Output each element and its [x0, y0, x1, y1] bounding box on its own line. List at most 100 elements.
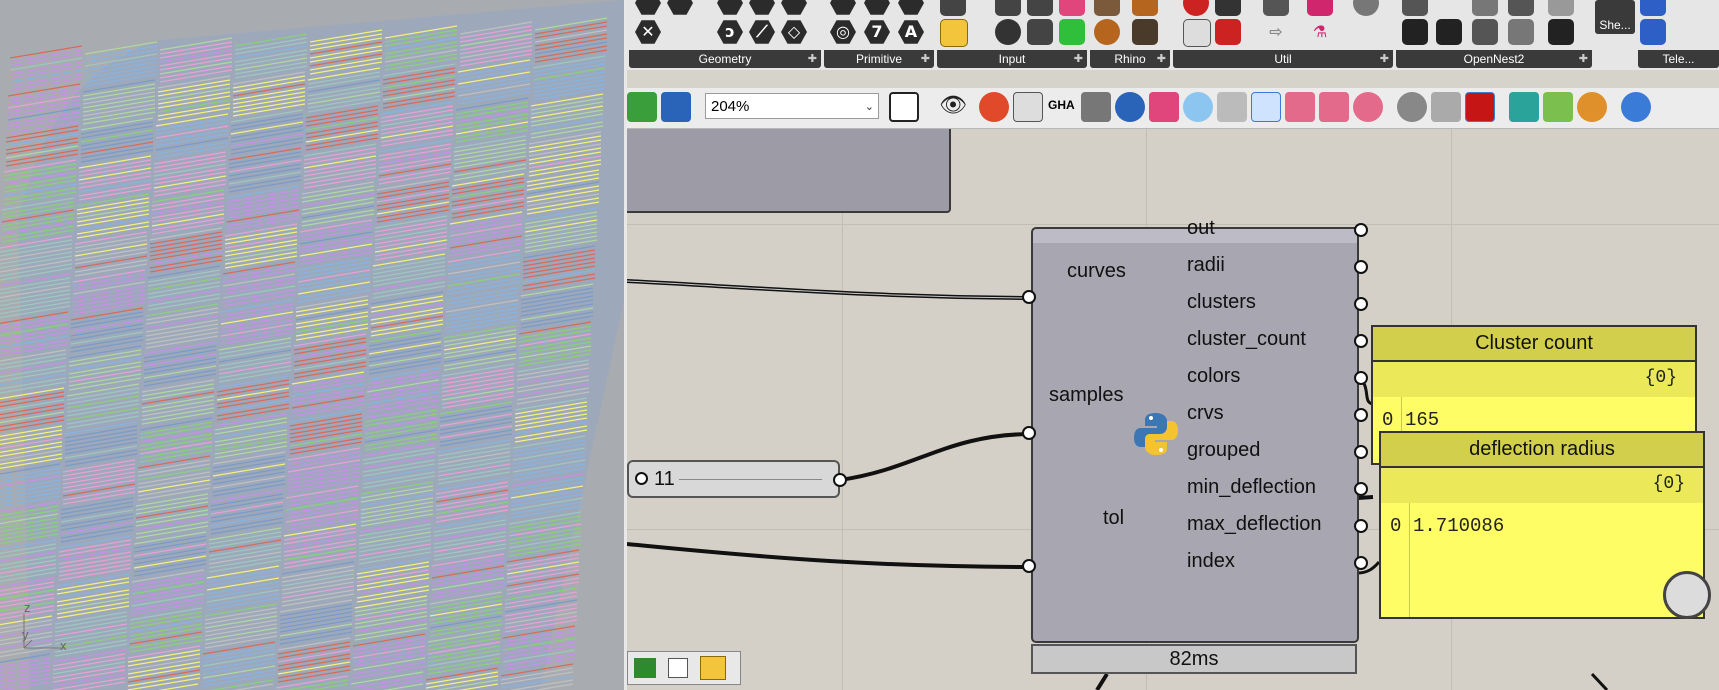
- output-port[interactable]: [833, 473, 847, 487]
- wire-icon[interactable]: [1285, 92, 1315, 122]
- preview-eye-icon[interactable]: 👁: [935, 92, 967, 122]
- output-port[interactable]: [1354, 519, 1368, 533]
- preview-shaded-icon[interactable]: [1465, 92, 1495, 122]
- opennest-icon[interactable]: [1548, 19, 1574, 45]
- geometry-icon[interactable]: [667, 0, 693, 15]
- scroll-knob-icon[interactable]: [1663, 571, 1711, 619]
- ribbon-group-tele[interactable]: Tele...: [1638, 0, 1719, 68]
- swatch-icon[interactable]: [1059, 0, 1085, 16]
- hex-close-icon[interactable]: ✕: [635, 20, 661, 44]
- value-list-icon[interactable]: [1027, 19, 1053, 45]
- point-icon[interactable]: ◇: [781, 20, 807, 44]
- slider-grip-icon[interactable]: [635, 472, 648, 485]
- flask-icon[interactable]: ⚗: [1307, 19, 1333, 45]
- output-port[interactable]: [1354, 445, 1368, 459]
- output-port[interactable]: [1354, 297, 1368, 311]
- input-port[interactable]: [1022, 290, 1036, 304]
- input-port[interactable]: [1022, 559, 1036, 573]
- wire-icon[interactable]: [1319, 92, 1349, 122]
- preview-icon[interactable]: [1577, 92, 1607, 122]
- wire-display-icon[interactable]: [1217, 92, 1247, 122]
- integer-icon[interactable]: 7: [864, 20, 890, 44]
- ribbon-group-geometry[interactable]: ✕ ↄ ⟋ ◇ Geometry ✚: [629, 0, 821, 68]
- util-icon[interactable]: [1307, 0, 1333, 16]
- slider-icon[interactable]: [940, 0, 966, 16]
- geometry-icon[interactable]: [749, 0, 775, 15]
- util-icon[interactable]: [1263, 0, 1289, 16]
- primitive-icon[interactable]: [830, 0, 856, 15]
- slider-track[interactable]: [679, 479, 822, 480]
- output-cluster-count[interactable]: cluster_count: [1187, 328, 1306, 351]
- spiral-icon[interactable]: [1094, 19, 1120, 45]
- grasshopper-canvas[interactable]: curves samples tol out radii clusters cl…: [627, 129, 1719, 690]
- ribbon-group-rhino[interactable]: Rhino ✚: [1090, 0, 1170, 68]
- output-out[interactable]: out: [1187, 217, 1215, 240]
- collapse-icon[interactable]: [668, 658, 688, 678]
- output-port[interactable]: [1354, 482, 1368, 496]
- output-port[interactable]: [1354, 556, 1368, 570]
- ribbon-group-input[interactable]: Input ✚: [937, 0, 1087, 68]
- opennest-icon[interactable]: [1436, 19, 1462, 45]
- opennest-icon[interactable]: [1548, 0, 1574, 16]
- graph-mapper-icon[interactable]: [940, 19, 968, 47]
- geometry-icon[interactable]: [717, 0, 743, 15]
- rhino-icon[interactable]: [1094, 0, 1120, 16]
- panel-deflection-radius[interactable]: deflection radius {0} 0 1.710086: [1379, 431, 1705, 619]
- preview-icon[interactable]: [1397, 92, 1427, 122]
- rhino-viewport[interactable]: z y x: [0, 0, 624, 690]
- save-file-icon[interactable]: [661, 92, 691, 122]
- wire-icon[interactable]: [1353, 92, 1383, 122]
- output-port[interactable]: [1354, 260, 1368, 274]
- cluster-icon[interactable]: [1013, 92, 1043, 122]
- ribbon-group-opennest2[interactable]: OpenNest2 ✚: [1396, 0, 1592, 68]
- palette-icon[interactable]: [1353, 0, 1379, 16]
- output-colors[interactable]: colors: [1187, 365, 1240, 388]
- curve-icon[interactable]: ↄ: [717, 20, 743, 44]
- tele-icon[interactable]: [1640, 0, 1666, 16]
- output-min-deflection[interactable]: min_deflection: [1187, 476, 1316, 499]
- ribbon-group-util[interactable]: ⇨ ⚗ Util ✚: [1173, 0, 1393, 68]
- util-icon[interactable]: [1215, 0, 1241, 16]
- input-samples[interactable]: samples: [1049, 384, 1123, 407]
- balloon-icon[interactable]: [1183, 92, 1213, 122]
- geometry-icon[interactable]: [635, 0, 661, 15]
- tele-icon[interactable]: [1640, 19, 1666, 45]
- rhino-icon[interactable]: [1132, 0, 1158, 16]
- toggle-icon[interactable]: [995, 0, 1021, 16]
- search-icon[interactable]: [1115, 92, 1145, 122]
- gha-icon[interactable]: GHA: [1047, 92, 1077, 122]
- input-curves[interactable]: curves: [1067, 260, 1126, 283]
- output-index[interactable]: index: [1187, 550, 1235, 573]
- output-clusters[interactable]: clusters: [1187, 291, 1256, 314]
- tree-icon[interactable]: [634, 658, 656, 678]
- primitive-icon[interactable]: [864, 0, 890, 15]
- image-sampler-icon[interactable]: [1059, 19, 1085, 45]
- opennest-icon[interactable]: [1508, 19, 1534, 45]
- sphere-icon[interactable]: [1621, 92, 1651, 122]
- opennest-icon[interactable]: [1472, 0, 1498, 16]
- text-icon[interactable]: A: [898, 20, 924, 44]
- preview-icon[interactable]: [1543, 92, 1573, 122]
- open-file-icon[interactable]: [627, 92, 657, 122]
- output-grouped[interactable]: grouped: [1187, 439, 1260, 462]
- arrow-right-icon[interactable]: ⇨: [1263, 19, 1289, 45]
- kill-icon[interactable]: [1215, 19, 1241, 45]
- panel-icon[interactable]: [1027, 0, 1053, 16]
- output-port[interactable]: [1354, 223, 1368, 237]
- export-icon[interactable]: [1081, 92, 1111, 122]
- input-tol[interactable]: tol: [1103, 507, 1124, 530]
- input-port[interactable]: [1022, 426, 1036, 440]
- output-crvs[interactable]: crvs: [1187, 402, 1224, 425]
- python-component[interactable]: [1031, 227, 1359, 643]
- output-radii[interactable]: radii: [1187, 254, 1225, 277]
- opennest-icon[interactable]: [1402, 19, 1428, 45]
- sketch-icon[interactable]: [979, 92, 1009, 122]
- graph-mapper-icon[interactable]: [700, 656, 726, 680]
- number-slider[interactable]: 11: [627, 460, 847, 498]
- zoom-extents-icon[interactable]: [889, 92, 919, 122]
- geometry-icon[interactable]: [781, 0, 807, 15]
- output-max-deflection[interactable]: max_deflection: [1187, 513, 1322, 536]
- group-icon[interactable]: [1149, 92, 1179, 122]
- output-port[interactable]: [1354, 334, 1368, 348]
- zoom-dropdown[interactable]: 204% ⌄: [705, 93, 879, 119]
